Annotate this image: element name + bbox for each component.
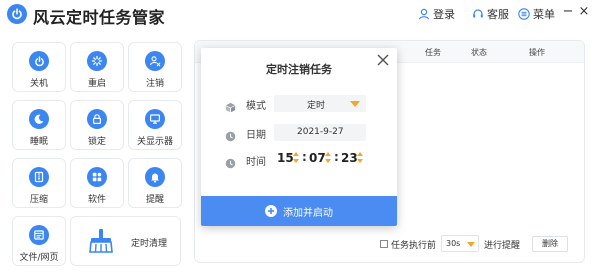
tool-label: 压缩 [29,195,48,205]
close-icon[interactable] [375,52,391,68]
mode-label: 模式 [246,101,266,112]
remind-before-label: 任务执行前 [391,240,437,251]
service-label: 客服 [487,8,509,21]
cube-icon [225,98,236,113]
remind-before-checkbox[interactable]: 任务执行前 [380,237,436,251]
tool-label: 锁定 [87,137,106,147]
spin-up-icon[interactable] [357,152,363,156]
minute-input[interactable]: 07 [309,151,326,165]
menu-button[interactable]: 菜单 [518,7,555,21]
lead-time-value: 30s [446,239,461,248]
second-spinner[interactable] [357,151,363,164]
minute-spinner[interactable] [325,151,331,164]
column-header-action: 操作 [529,48,545,57]
tool-monitor-off[interactable]: 关显示器 [128,100,182,150]
logout-icon [145,51,165,71]
apps-icon [87,167,107,187]
plus-icon [265,205,277,217]
broom-icon [87,228,115,258]
mode-select[interactable]: 定时 [274,95,366,112]
tool-restart[interactable]: 重启 [70,42,124,92]
headset-icon [472,8,484,20]
add-and-start-label: 添加并启动 [283,207,333,219]
power-icon [29,51,49,71]
tool-logout[interactable]: 注销 [128,42,182,92]
column-header-task: 任务 [425,48,441,57]
second-input[interactable]: 23 [341,151,358,165]
menu-label: 菜单 [533,8,555,21]
checkbox-box[interactable] [380,240,388,248]
tool-shutdown[interactable]: 关机 [12,42,66,92]
tool-label: 定时清理 [131,239,168,249]
user-icon [418,8,430,20]
tool-lock[interactable]: 锁定 [70,100,124,150]
tool-software[interactable]: 软件 [70,158,124,208]
schedule-logout-dialog: 定时注销任务 模式 定时 日期 2021-9-27 时间 15: 07: 2… [201,48,397,226]
close-window-button[interactable]: × [578,5,590,19]
lead-time-select[interactable]: 30s [441,235,479,252]
clock-icon [225,154,236,169]
time-separator: : [302,150,307,164]
add-and-start-button[interactable]: 添加并启动 [201,196,397,226]
tool-label: 软件 [87,195,106,205]
spin-down-icon[interactable] [325,159,331,163]
power-logo-icon [7,4,27,24]
tool-label: 提醒 [145,195,164,205]
restart-icon [87,51,107,71]
spin-up-icon[interactable] [325,152,331,156]
app-title: 风云定时任务管家 [33,8,166,27]
spin-down-icon[interactable] [357,159,363,163]
menu-icon [518,8,530,20]
column-header-status: 状态 [471,48,487,57]
file-web-icon [29,225,49,245]
tool-sleep[interactable]: 睡眠 [12,100,66,150]
service-button[interactable]: 客服 [472,7,509,21]
dropdown-arrow-icon [467,242,475,247]
date-input[interactable]: 2021-9-27 [274,124,366,141]
login-button[interactable]: 登录 [418,7,455,21]
date-label: 日期 [246,130,266,141]
date-value: 2021-9-27 [297,127,344,137]
title-bar: 风云定时任务管家 登录 客服 菜单 − × [0,0,600,30]
tool-label: 睡眠 [29,137,48,147]
monitor-icon [145,109,165,129]
spin-up-icon[interactable] [293,152,299,156]
minimize-button[interactable]: − [562,5,574,19]
tool-reminder[interactable]: 提醒 [128,158,182,208]
tool-label: 关显示器 [136,137,173,147]
dialog-title: 定时注销任务 [266,63,332,76]
delete-button[interactable]: 删除 [532,236,568,252]
tool-compress[interactable]: 压缩 [12,158,66,208]
tool-file-web[interactable]: 文件/网页 [12,216,66,266]
lock-icon [87,109,107,129]
clock-icon [225,127,236,142]
mode-value: 定时 [307,101,326,111]
spin-down-icon[interactable] [293,159,299,163]
login-label: 登录 [433,8,455,21]
bell-icon [145,167,165,187]
hour-input[interactable]: 15 [277,151,294,165]
hour-spinner[interactable] [293,151,299,164]
sleep-icon [29,109,49,129]
time-separator: : [334,150,339,164]
tool-label: 重启 [87,79,106,89]
compress-icon [29,167,49,187]
remind-label: 进行提醒 [484,241,521,251]
tool-label: 注销 [145,79,164,89]
tool-label: 文件/网页 [19,253,59,263]
dropdown-arrow-icon [350,101,360,107]
time-label: 时间 [246,157,266,168]
tool-label: 关机 [29,79,48,89]
tool-scheduled-cleanup[interactable]: 定时清理 [70,216,181,266]
